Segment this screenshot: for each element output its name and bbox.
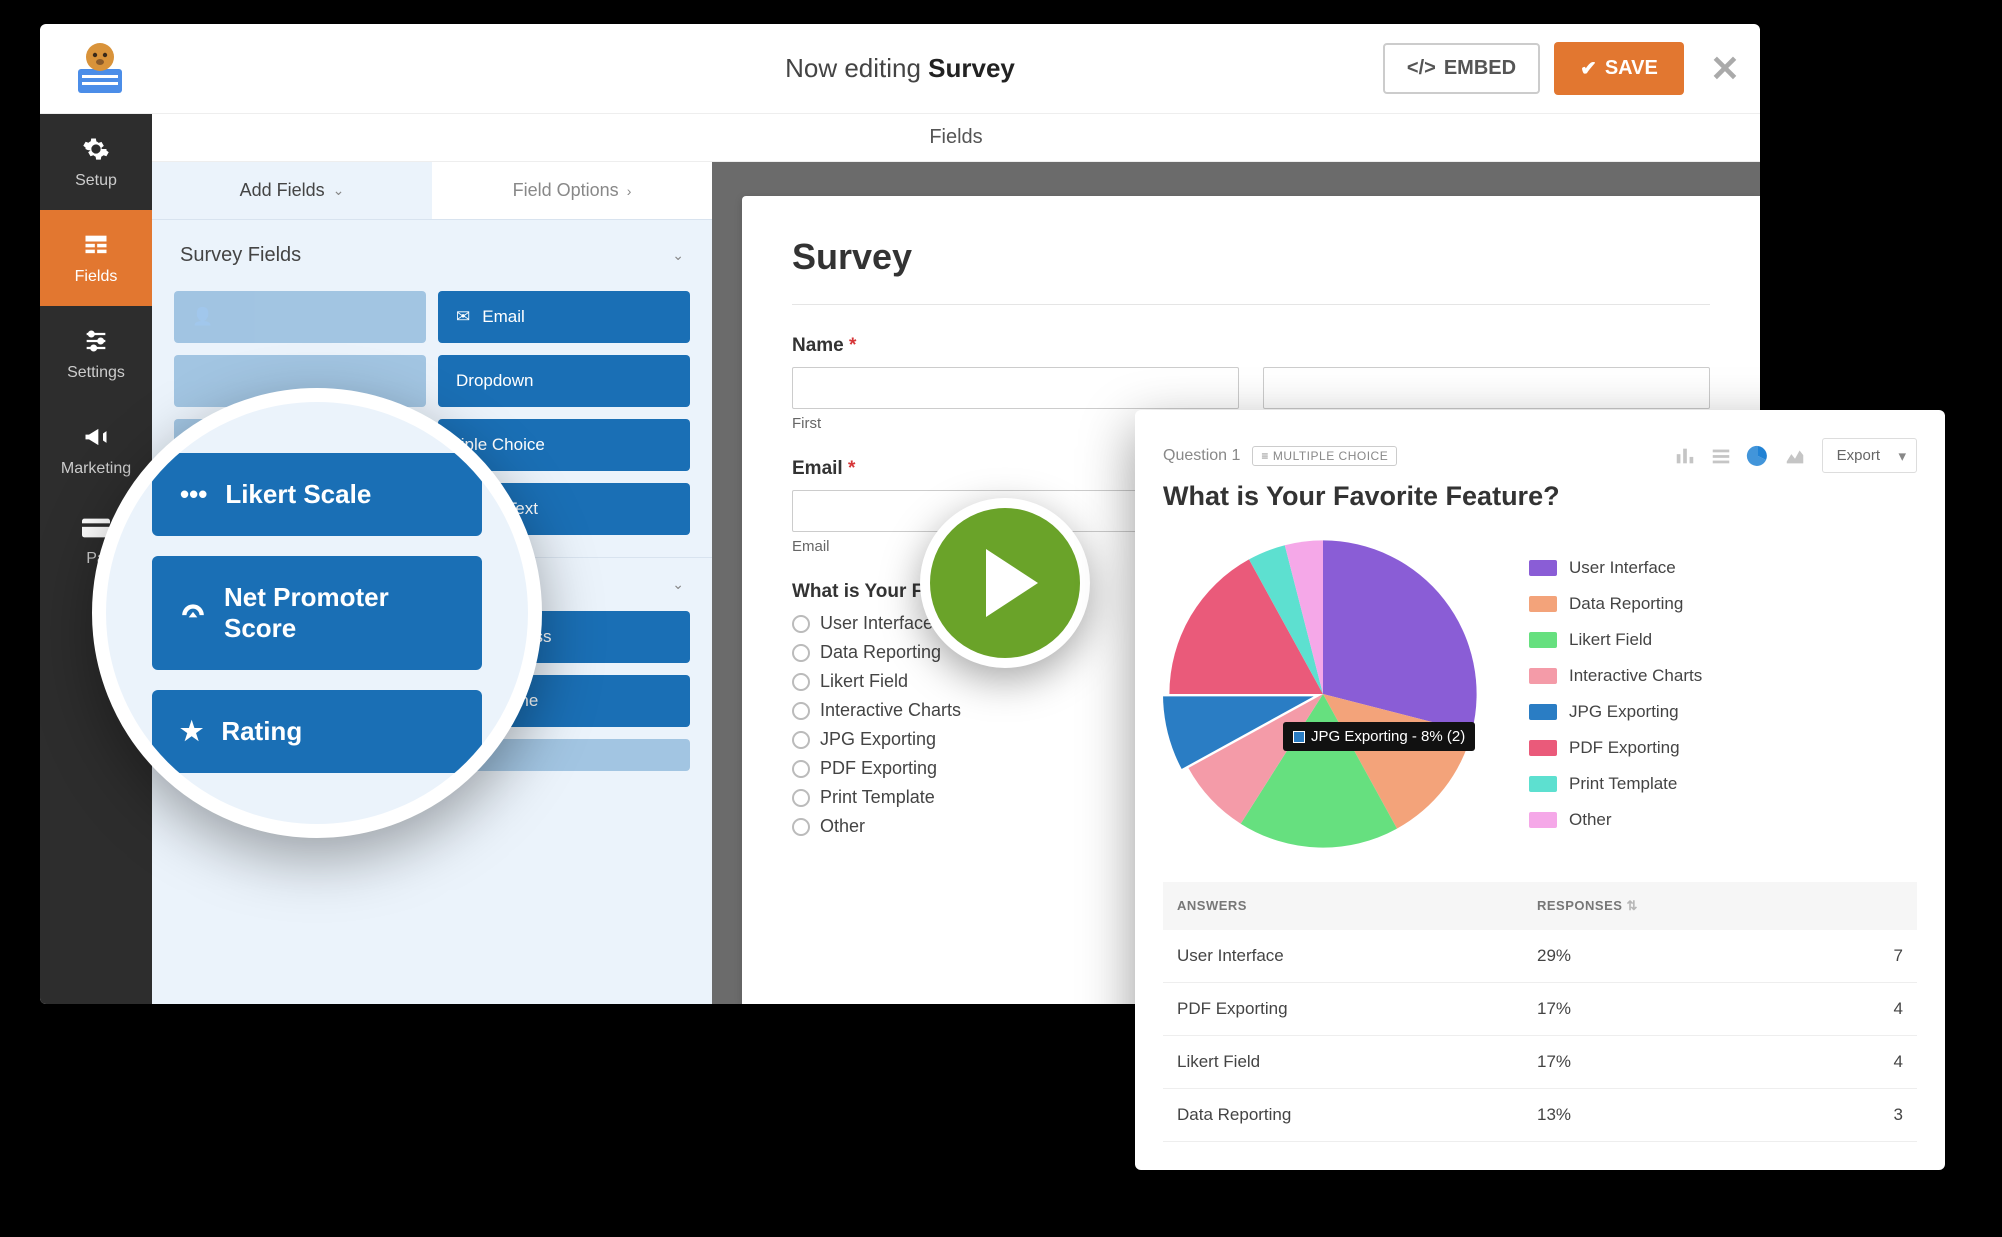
legend-item: Likert Field: [1529, 630, 1917, 650]
magnifier-callout: ••• Likert Scale Net Promoter Score ★ Ra…: [92, 388, 542, 838]
top-bar: Now editing Survey </> EMBED ✔ SAVE ✕: [40, 24, 1760, 114]
results-panel: Question 1 ≡MULTIPLE CHOICE Export What …: [1135, 410, 1945, 1170]
table-row: Data Reporting13%3: [1163, 1089, 1917, 1142]
gear-icon: [81, 134, 111, 164]
code-icon: </>: [1407, 57, 1436, 80]
radio-icon: [792, 673, 810, 691]
radio-icon: [792, 615, 810, 633]
gauge-icon: [180, 600, 206, 626]
radio-icon: [792, 789, 810, 807]
radio-icon: [792, 731, 810, 749]
sliders-icon: [81, 326, 111, 356]
legend-item: User Interface: [1529, 558, 1917, 578]
chart-tooltip: JPG Exporting - 8% (2): [1283, 722, 1475, 751]
survey-fields-section[interactable]: Survey Fields⌄: [152, 220, 712, 291]
sort-icon: ⇅: [1627, 898, 1638, 913]
table-row: User Interface29%7: [1163, 930, 1917, 983]
check-icon: ✔: [1580, 56, 1597, 81]
list-icon: ≡: [1261, 449, 1269, 463]
play-video-button[interactable]: [920, 498, 1090, 668]
radio-icon: [792, 644, 810, 662]
tab-add-fields[interactable]: Add Fields⌄: [152, 162, 432, 219]
dots-icon: •••: [180, 479, 207, 510]
form-title: Survey: [792, 236, 1710, 305]
field-chip-dropdown[interactable]: Dropdown: [438, 355, 690, 407]
layout-icon: [81, 230, 111, 260]
field-chip-email[interactable]: ✉Email: [438, 291, 690, 343]
legend-item: Print Template: [1529, 774, 1917, 794]
last-name-input[interactable]: [1263, 367, 1710, 409]
legend-item: Interactive Charts: [1529, 666, 1917, 686]
results-question-title: What is Your Favorite Feature?: [1163, 481, 1917, 512]
legend-item: Other: [1529, 810, 1917, 830]
chevron-down-icon: ⌄: [672, 576, 684, 593]
radio-icon: [792, 702, 810, 720]
pie-chart-icon[interactable]: [1746, 444, 1770, 468]
legend-item: PDF Exporting: [1529, 738, 1917, 758]
radio-icon: [792, 760, 810, 778]
chevron-down-icon: ⌄: [672, 247, 684, 264]
rail-item-settings[interactable]: Settings: [40, 306, 152, 402]
table-row: PDF Exporting17%4: [1163, 983, 1917, 1036]
export-dropdown[interactable]: Export: [1822, 438, 1917, 473]
pie-chart: JPG Exporting - 8% (2): [1163, 534, 1503, 854]
field-chip-nps[interactable]: Net Promoter Score: [152, 556, 482, 670]
star-icon: ★: [180, 716, 203, 747]
chevron-right-icon: ›: [627, 183, 632, 199]
bar-chart-icon[interactable]: [1674, 445, 1696, 467]
embed-button[interactable]: </> EMBED: [1383, 43, 1540, 94]
radio-icon: [792, 818, 810, 836]
legend-item: JPG Exporting: [1529, 702, 1917, 722]
name-label: Name *: [792, 335, 1710, 357]
field-chip-likert[interactable]: ••• Likert Scale: [152, 453, 482, 536]
question-type-badge: ≡MULTIPLE CHOICE: [1252, 446, 1397, 466]
field-chip-rating[interactable]: ★ Rating: [152, 690, 482, 773]
envelope-icon: ✉: [456, 307, 470, 327]
tab-field-options[interactable]: Field Options›: [432, 162, 712, 219]
rail-item-fields[interactable]: Fields: [40, 210, 152, 306]
col-responses[interactable]: RESPONSES ⇅: [1537, 898, 1857, 914]
rail-item-setup[interactable]: Setup: [40, 114, 152, 210]
col-answers: ANSWERS: [1177, 898, 1537, 914]
section-bar-title: Fields: [152, 114, 1760, 162]
list-view-icon[interactable]: [1710, 445, 1732, 467]
results-table: ANSWERS RESPONSES ⇅ User Interface29%7PD…: [1163, 882, 1917, 1142]
app-logo: [60, 29, 140, 109]
tooltip-swatch: [1293, 731, 1305, 743]
first-name-input[interactable]: [792, 367, 1239, 409]
chart-legend: User Interface Data Reporting Likert Field…: [1529, 558, 1917, 830]
play-icon: [986, 549, 1038, 617]
area-chart-icon[interactable]: [1784, 445, 1806, 467]
table-row: Likert Field17%4: [1163, 1036, 1917, 1089]
chevron-down-icon: ⌄: [333, 182, 345, 199]
legend-item: Data Reporting: [1529, 594, 1917, 614]
field-chip[interactable]: 👤: [174, 291, 426, 343]
save-button[interactable]: ✔ SAVE: [1554, 42, 1684, 95]
close-button[interactable]: ✕: [1710, 48, 1740, 90]
question-number: Question 1: [1163, 447, 1240, 465]
user-icon: 👤: [192, 307, 213, 327]
megaphone-icon: [81, 422, 111, 452]
